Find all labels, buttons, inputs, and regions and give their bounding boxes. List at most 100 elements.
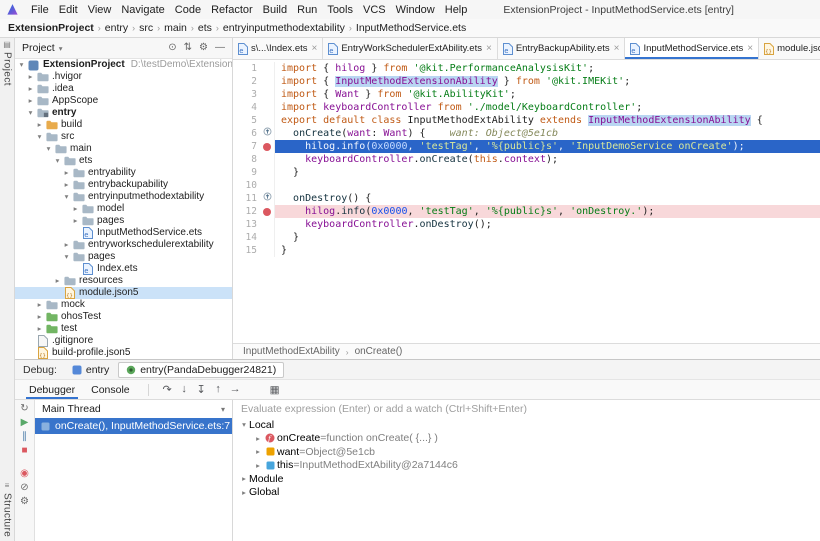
menu-run[interactable]: Run [292,3,322,17]
tree-item-src[interactable]: ▾src [15,131,232,143]
menu-refactor[interactable]: Refactor [206,3,258,17]
tree-item-pages[interactable]: ▾pages [15,251,232,263]
thread-selector[interactable]: Main Thread ▾ [35,400,232,418]
breadcrumb-extensionproject[interactable]: ExtensionProject [8,22,94,34]
tree-item-ets[interactable]: ▾ets [15,155,232,167]
force-step-into-icon[interactable]: ↧ [193,383,210,396]
code-line-text[interactable]: keyboardController.onDestroy(); [275,218,820,231]
debug-view-tab-console[interactable]: Console [83,382,138,398]
step-into-icon[interactable]: ↓ [176,383,193,396]
variable-local[interactable]: ▾Local [233,418,820,432]
editor-tab-entrybackupability-ets[interactable]: eEntryBackupAbility.ets× [498,38,626,59]
menu-vcs[interactable]: VCS [358,3,391,17]
code-line-text[interactable]: } [275,244,820,257]
project-panel-title[interactable]: Project [22,42,55,54]
editor-tab-inputmethodservice-ets[interactable]: eInputMethodService.ets× [625,38,759,59]
code-line-text[interactable]: export default class InputMethodExtAbili… [275,114,820,127]
tab-close-icon[interactable]: × [747,43,753,54]
breakpoint-icon[interactable] [263,208,271,216]
tree-item-entrybackupability[interactable]: ▸entrybackupability [15,179,232,191]
chevron-collapsed-icon[interactable]: ▸ [26,95,35,107]
overrides-method-icon[interactable] [263,127,272,140]
debug-session-tab-entry[interactable]: entry [65,362,116,378]
hide-icon[interactable]: ― [215,43,225,53]
locate-icon[interactable]: ⊙ [168,43,176,53]
menu-view[interactable]: View [83,3,117,17]
tree-item-resources[interactable]: ▸resources [15,275,232,287]
chevron-icon[interactable]: ▸ [253,461,263,470]
menu-navigate[interactable]: Navigate [116,3,169,17]
tree-item-pages[interactable]: ▸pages [15,215,232,227]
breadcrumb-main[interactable]: main [164,22,187,34]
code-line-text[interactable]: onCreate(want: Want) { want: Object@5e1c… [275,127,820,140]
tree-item-gitignore[interactable]: .gitignore [15,335,232,347]
chevron-expanded-icon[interactable]: ▾ [44,143,53,155]
menu-help[interactable]: Help [440,3,473,17]
editor-tab-module-json5[interactable]: {}module.json5× [759,38,820,59]
code-line-text[interactable]: } [275,166,820,179]
editor-tab-entryworkschedulerextability-ets[interactable]: eEntryWorkSchedulerExtAbility.ets× [323,38,497,59]
tree-item-entryinputmethodextability[interactable]: ▾entryinputmethodextability [15,191,232,203]
chevron-collapsed-icon[interactable]: ▸ [71,203,80,215]
chevron-collapsed-icon[interactable]: ▸ [35,119,44,131]
evaluate-expression-input[interactable]: Evaluate expression (Enter) or add a wat… [233,400,820,418]
stack-frame-item[interactable]: onCreate(), InputMethodService.ets:7 [35,418,232,434]
breadcrumb-method[interactable]: onCreate() [355,346,403,357]
breadcrumb-ets[interactable]: ets [198,22,212,34]
variable-global[interactable]: ▸Global [233,486,820,500]
code-editor[interactable]: 1import { hilog } from '@kit.Performance… [233,60,820,343]
editor-tab-s-index-ets[interactable]: es\...\Index.ets× [233,38,323,59]
debug-session-tab-entry-pandadebugger24821[interactable]: entry(PandaDebugger24821) [118,362,284,378]
tree-item-extensionproject[interactable]: ▾ExtensionProjectD:\testDemo\ExtensionPr… [15,59,232,71]
breadcrumb-entryinputmethodextability[interactable]: entryinputmethodextability [223,22,345,34]
overrides-method-icon[interactable] [263,192,272,205]
chevron-collapsed-icon[interactable]: ▸ [62,167,71,179]
tree-item-entryability[interactable]: ▸entryability [15,167,232,179]
code-line-text[interactable]: import { Want } from '@kit.AbilityKit'; [275,88,820,101]
code-line-text[interactable]: import { hilog } from '@kit.PerformanceA… [275,62,820,75]
tree-item-mock[interactable]: ▸mock [15,299,232,311]
chevron-collapsed-icon[interactable]: ▸ [26,83,35,95]
rerun-icon[interactable]: ↻ [20,404,28,414]
tab-close-icon[interactable]: × [486,43,492,54]
tree-item-test[interactable]: ▸test [15,323,232,335]
chevron-collapsed-icon[interactable]: ▸ [35,323,44,335]
breadcrumb-inputmethodservice-ets[interactable]: InputMethodService.ets [356,22,466,34]
chevron-icon[interactable]: ▸ [239,488,249,497]
code-line-text[interactable]: import { InputMethodExtensionAbility } f… [275,75,820,88]
breakpoint-icon[interactable] [263,143,271,151]
chevron-icon[interactable]: ▸ [253,434,263,443]
code-line-text[interactable]: keyboardController.onCreate(this.context… [275,153,820,166]
tree-item-main[interactable]: ▾main [15,143,232,155]
chevron-icon[interactable]: ▸ [253,447,263,456]
chevron-collapsed-icon[interactable]: ▸ [35,311,44,323]
tree-item-build-profile-json5[interactable]: {}build-profile.json5 [15,347,232,359]
menu-tools[interactable]: Tools [322,3,358,17]
restore-layout-icon[interactable]: ▦ [270,384,280,396]
code-line-text[interactable]: hilog.info(0x0000, 'testTag', '%{public}… [275,140,820,153]
step-over-icon[interactable]: ↷ [159,383,176,396]
chevron-collapsed-icon[interactable]: ▸ [62,179,71,191]
code-line-text[interactable] [275,179,820,192]
tool-button-structure[interactable]: ≡ Structure [2,482,13,537]
chevron-expanded-icon[interactable]: ▾ [26,107,35,119]
view-breakpoints-icon[interactable]: ◉ [20,469,29,479]
chevron-collapsed-icon[interactable]: ▸ [35,299,44,311]
code-line-text[interactable]: import keyboardController from './model/… [275,101,820,114]
pause-icon[interactable]: ∥ [22,432,27,442]
menu-build[interactable]: Build [258,3,292,17]
tree-item-entry[interactable]: ▾entry [15,107,232,119]
variable-this[interactable]: ▸this = InputMethodExtAbility@2a7144c6 [233,459,820,473]
variable-oncreate[interactable]: ▸fonCreate = function onCreate( {...} ) [233,432,820,446]
chevron-expanded-icon[interactable]: ▾ [62,251,71,263]
tree-item-inputmethodservice-ets[interactable]: eInputMethodService.ets [15,227,232,239]
tree-item-ohostest[interactable]: ▸ohosTest [15,311,232,323]
chevron-expanded-icon[interactable]: ▾ [62,191,71,203]
tree-item-entryworkschedulerextability[interactable]: ▸entryworkschedulerextability [15,239,232,251]
settings-icon[interactable]: ⚙ [199,43,208,53]
tree-item-model[interactable]: ▸model [15,203,232,215]
settings-icon[interactable]: ⚙ [20,497,29,507]
tree-item-idea[interactable]: ▸.idea [15,83,232,95]
chevron-collapsed-icon[interactable]: ▸ [71,215,80,227]
run-to-cursor-icon[interactable]: → [227,383,244,396]
